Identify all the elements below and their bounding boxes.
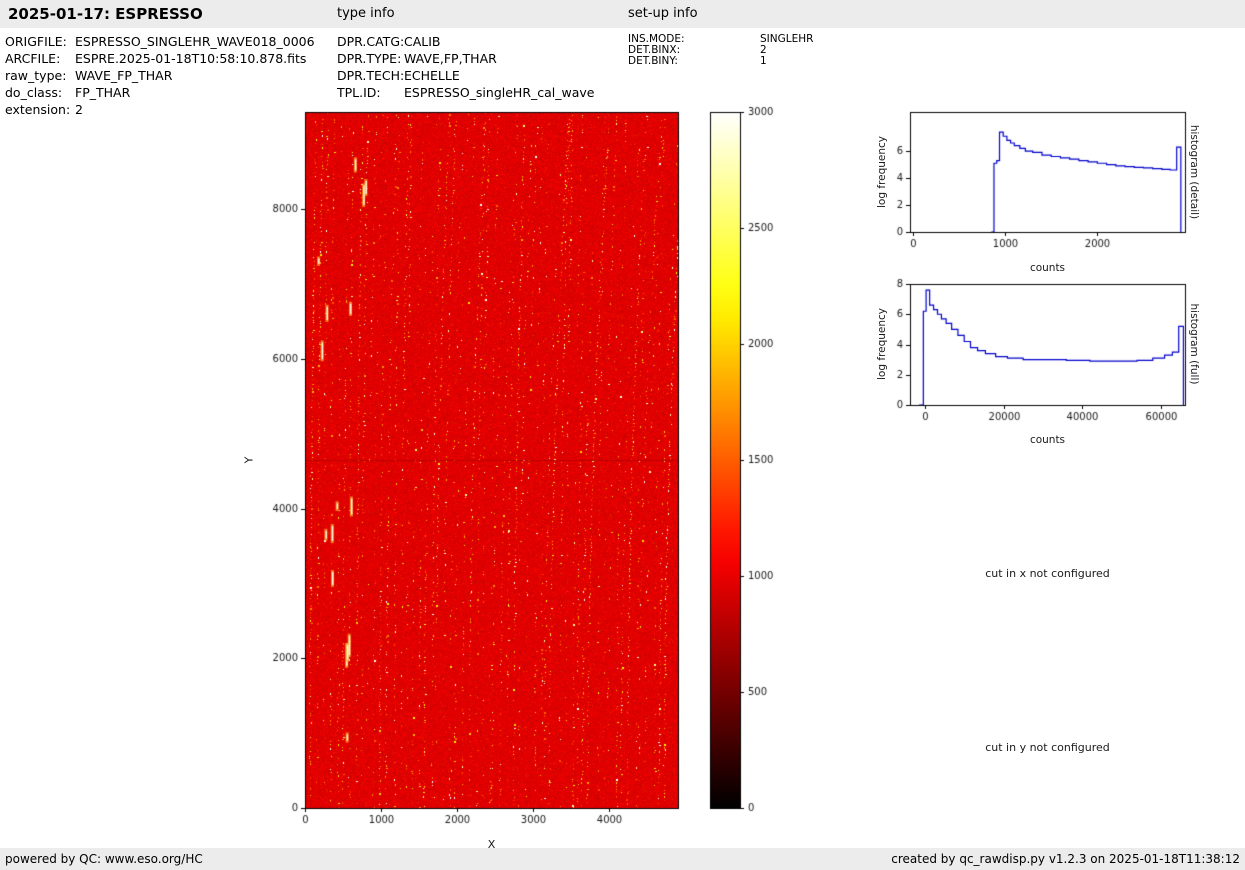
field-key: extension: <box>5 101 75 118</box>
file-info-row: ORIGFILE:ESPRESSO_SINGLEHR_WAVE018_0006 <box>5 33 315 50</box>
hist-detail-y-axis-label: log frequency <box>876 136 888 208</box>
field-key: ORIGFILE: <box>5 33 75 50</box>
header-bar: 2025-01-17: ESPRESSO type info set-up in… <box>0 0 1245 28</box>
type-info-heading: type info <box>337 0 395 28</box>
field-key: do_class: <box>5 84 75 101</box>
field-value: 2 <box>75 102 83 117</box>
field-key: DET.BINY: <box>628 56 760 67</box>
field-key: DPR.CATG: <box>337 33 404 50</box>
hist-full-x-axis-label: counts <box>910 434 1185 446</box>
setup-info-block: INS.MODE:SINGLEHR DET.BINX:2 DET.BINY:1 <box>628 34 813 67</box>
field-key: TPL.ID: <box>337 84 404 101</box>
type-info-row: DPR.CATG:CALIB <box>337 33 594 50</box>
type-info-block: DPR.CATG:CALIB DPR.TYPE:WAVE,FP,THAR DPR… <box>337 33 594 101</box>
file-info-row: do_class:FP_THAR <box>5 84 315 101</box>
hist-detail-right-label: histogram (detail) <box>1188 125 1200 219</box>
type-info-row: DPR.TECH:ECHELLE <box>337 67 594 84</box>
hist-detail-x-axis-label: counts <box>910 262 1185 274</box>
field-value: FP_THAR <box>75 85 130 100</box>
field-value: CALIB <box>404 34 441 49</box>
colorbar <box>702 105 792 840</box>
page-title: 2025-01-17: ESPRESSO <box>8 0 203 28</box>
field-value: SINGLEHR <box>760 33 813 45</box>
field-key: DPR.TECH: <box>337 67 404 84</box>
hist-full-right-label: histogram (full) <box>1188 304 1200 385</box>
type-info-row: TPL.ID:ESPRESSO_singleHR_cal_wave <box>337 84 594 101</box>
footer-bar: powered by QC: www.eso.org/HC created by… <box>0 848 1245 870</box>
field-value: ECHELLE <box>404 68 460 83</box>
created-by-text: created by qc_rawdisp.py v1.2.3 on 2025-… <box>891 848 1240 870</box>
field-value: WAVE,FP,THAR <box>404 51 497 66</box>
histogram-detail-plot <box>865 105 1205 270</box>
qc-report-page: 2025-01-17: ESPRESSO type info set-up in… <box>0 0 1245 870</box>
field-key: DPR.TYPE: <box>337 50 404 67</box>
file-info-row: raw_type:WAVE_FP_THAR <box>5 67 315 84</box>
cut-y-message: cut in y not configured <box>910 741 1185 754</box>
field-key: ARCFILE: <box>5 50 75 67</box>
raw-frame-image <box>260 105 690 840</box>
setup-info-heading: set-up info <box>628 0 698 28</box>
field-value: ESPRESSO_SINGLEHR_WAVE018_0006 <box>75 34 315 49</box>
field-value: 1 <box>760 55 767 67</box>
qc-home-link[interactable]: powered by QC: www.eso.org/HC <box>5 848 203 870</box>
file-info-row: ARCFILE:ESPRE.2025-01-18T10:58:10.878.fi… <box>5 50 315 67</box>
type-info-row: DPR.TYPE:WAVE,FP,THAR <box>337 50 594 67</box>
hist-full-y-axis-label: log frequency <box>876 308 888 380</box>
main-y-axis-label: Y <box>243 457 256 464</box>
histogram-full-plot <box>865 277 1205 442</box>
cut-x-message: cut in x not configured <box>910 567 1185 580</box>
field-key: raw_type: <box>5 67 75 84</box>
field-value: ESPRE.2025-01-18T10:58:10.878.fits <box>75 51 306 66</box>
field-value: ESPRESSO_singleHR_cal_wave <box>404 85 594 100</box>
field-value: WAVE_FP_THAR <box>75 68 172 83</box>
setup-info-row: DET.BINY:1 <box>628 56 813 67</box>
